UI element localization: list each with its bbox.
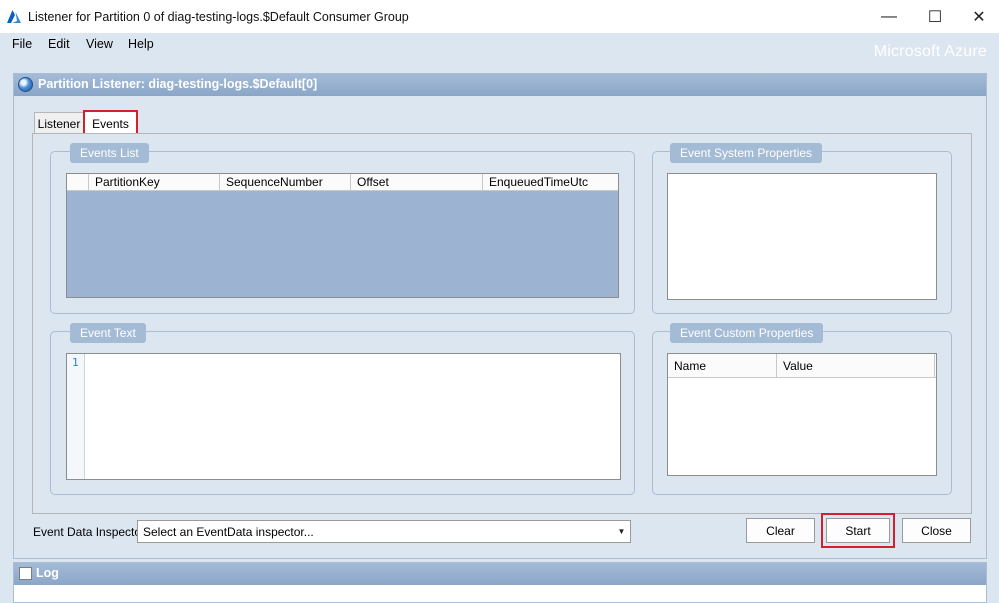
- partition-listener-panel: Partition Listener: diag-testing-logs.$D…: [13, 73, 987, 559]
- clear-button[interactable]: Clear: [746, 518, 815, 543]
- event-text-label: Event Text: [70, 323, 146, 343]
- col-enqueuedtimeutc[interactable]: EnqueuedTimeUtc: [483, 174, 618, 190]
- event-custom-properties-label: Event Custom Properties: [670, 323, 824, 343]
- col-partitionkey[interactable]: PartitionKey: [89, 174, 220, 190]
- globe-icon: [18, 77, 33, 92]
- menu-edit[interactable]: Edit: [46, 37, 72, 51]
- log-checkbox[interactable]: [19, 567, 32, 580]
- close-window-button[interactable]: ✕: [956, 0, 999, 33]
- panel-title: Partition Listener: diag-testing-logs.$D…: [38, 77, 318, 91]
- event-data-inspector-select[interactable]: Select an EventData inspector... ▼: [137, 520, 631, 543]
- minimize-button[interactable]: —: [866, 0, 912, 33]
- event-system-properties-label: Event System Properties: [670, 143, 823, 163]
- line-number: 1: [72, 356, 79, 369]
- line-number-gutter: 1: [67, 354, 85, 479]
- log-header: Log: [14, 563, 986, 585]
- azure-logo-icon: [7, 10, 21, 23]
- col-value[interactable]: Value: [777, 354, 935, 377]
- col-sequencenumber[interactable]: SequenceNumber: [220, 174, 351, 190]
- tab-events[interactable]: Events: [83, 110, 138, 136]
- events-tab-page: Events List PartitionKey SequenceNumber …: [32, 133, 972, 514]
- maximize-button[interactable]: ☐: [912, 0, 958, 33]
- window-title: Listener for Partition 0 of diag-testing…: [28, 10, 409, 24]
- events-list-label: Events List: [70, 143, 149, 163]
- close-button[interactable]: Close: [902, 518, 971, 543]
- menu-view[interactable]: View: [84, 37, 115, 51]
- menu-help[interactable]: Help: [126, 37, 156, 51]
- menu-file[interactable]: File: [10, 37, 34, 51]
- custom-properties-header: Name Value: [668, 354, 936, 378]
- panel-header: Partition Listener: diag-testing-logs.$D…: [14, 74, 986, 96]
- events-grid-header: PartitionKey SequenceNumber Offset Enque…: [67, 174, 618, 191]
- start-button[interactable]: Start: [821, 513, 895, 548]
- event-text-editor[interactable]: 1: [66, 353, 621, 480]
- col-offset[interactable]: Offset: [351, 174, 483, 190]
- event-system-properties-box[interactable]: [667, 173, 937, 300]
- tab-listener[interactable]: Listener: [34, 112, 84, 134]
- brand-label: Microsoft Azure: [873, 43, 987, 60]
- dropdown-arrow-icon[interactable]: ▼: [613, 521, 630, 542]
- custom-properties-grid[interactable]: Name Value: [667, 353, 937, 476]
- log-label: Log: [36, 566, 59, 580]
- menu-bar: File Edit View Help Microsoft Azure: [0, 33, 999, 67]
- events-grid[interactable]: PartitionKey SequenceNumber Offset Enque…: [66, 173, 619, 298]
- inspector-selected-value: Select an EventData inspector...: [143, 525, 314, 539]
- event-data-inspector-label: Event Data Inspector:: [33, 525, 149, 539]
- title-bar: Listener for Partition 0 of diag-testing…: [0, 0, 999, 33]
- col-name[interactable]: Name: [668, 354, 777, 377]
- log-panel: Log: [13, 562, 987, 603]
- grid-row-header-corner: [67, 174, 89, 190]
